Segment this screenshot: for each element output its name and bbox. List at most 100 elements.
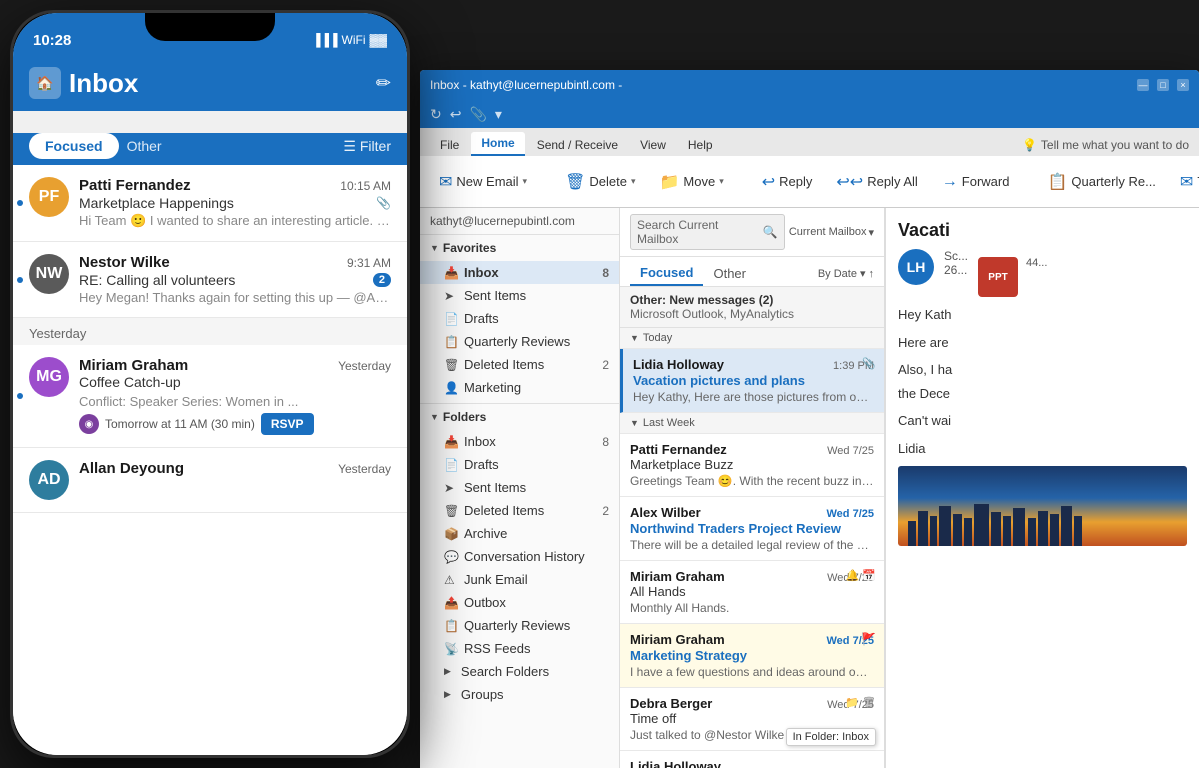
folder-quarterly[interactable]: 📋 Quarterly Reviews (420, 614, 619, 637)
search-box[interactable]: Search Current Mailbox 🔍 (630, 214, 785, 250)
to-manager-button[interactable]: ✉ To Manager (1171, 167, 1199, 197)
email-item-patti[interactable]: Patti Fernandez Wed 7/25 Marketplace Buz… (620, 434, 884, 497)
phone-header-left: 🏠 Inbox (29, 67, 138, 99)
email-subject: Northwind Traders Project Review (630, 521, 874, 536)
phone-email-list[interactable]: PF Patti Fernandez 10:15 AM Marketplace … (13, 165, 407, 755)
email-notification[interactable]: Other: New messages (2) Microsoft Outloo… (620, 287, 884, 328)
minimize-button[interactable]: — (1137, 79, 1149, 91)
folder-outbox[interactable]: 📤 Outbox (420, 591, 619, 614)
folder-drafts[interactable]: 📄 Drafts (420, 453, 619, 476)
new-email-caret: ▾ (523, 176, 528, 187)
tab-home[interactable]: Home (471, 132, 524, 156)
event-time: Tomorrow at 11 AM (30 min) (105, 417, 255, 431)
folder-inbox-icon: 📥 (444, 435, 458, 449)
email-sender: Miriam Graham (630, 569, 725, 584)
folder-deleted[interactable]: 🗑 Deleted Items 2 (420, 499, 619, 522)
sidebar-item-sent[interactable]: ➤ Sent Items (420, 284, 619, 307)
list-item[interactable]: NW Nestor Wilke 9:31 AM RE: Calling all … (13, 242, 407, 318)
folder-archive[interactable]: 📦 Archive (420, 522, 619, 545)
folder-junk[interactable]: ⚠ Junk Email (420, 568, 619, 591)
email-item-header: Miriam Graham Wed 7/25 (630, 632, 874, 647)
sidebar-item-quarterly[interactable]: 📋 Quarterly Reviews (420, 330, 619, 353)
tab-file[interactable]: File (430, 134, 469, 156)
new-email-button[interactable]: ✉ New Email ▾ (430, 167, 536, 197)
email-header-row: Miriam Graham Yesterday (79, 357, 391, 374)
quarterly-review-button[interactable]: 📋 Quarterly Re... (1038, 167, 1164, 197)
attachment-icon: 📎 (376, 196, 391, 210)
attachment-info: 44... (1026, 257, 1047, 297)
sidebar-item-inbox[interactable]: 📥 Inbox 8 (420, 261, 619, 284)
other-tab[interactable]: Other (703, 262, 756, 285)
forward-button[interactable]: → Forward (933, 168, 1019, 196)
tell-me-box[interactable]: 💡 Tell me what you want to do (1022, 138, 1189, 156)
event-icon: ◉ (79, 414, 99, 434)
email-item-miriam-marketing[interactable]: Miriam Graham Wed 7/25 Marketing Strateg… (620, 624, 884, 688)
sync-icon[interactable]: ↻ (430, 106, 442, 123)
email-item-miriam-allhands[interactable]: Miriam Graham Wed 7/25 All Hands Monthly… (620, 561, 884, 624)
phone-other-tab[interactable]: Other (127, 138, 162, 154)
avatar: PF (29, 177, 69, 217)
folder-inbox[interactable]: 📥 Inbox 8 (420, 430, 619, 453)
move-button[interactable]: 📁 Move ▾ (650, 167, 732, 197)
phone-filter-right[interactable]: ☰ Filter (343, 138, 391, 155)
sidebar-item-drafts[interactable]: 📄 Drafts (420, 307, 619, 330)
folder-conversation[interactable]: 💬 Conversation History (420, 545, 619, 568)
move-label: Move (683, 174, 715, 189)
close-button[interactable]: × (1177, 79, 1189, 91)
phone-focused-tab[interactable]: Focused (29, 133, 119, 159)
folder-conversation-label: Conversation History (464, 549, 585, 564)
phone-screen: 10:28 ▐▐▐ WiFi ▓▓ 🏠 Inbox ✏ F (13, 13, 407, 755)
toolbar-caret[interactable]: ▾ (495, 106, 502, 123)
reply-all-button[interactable]: ↩↩ Reply All (827, 167, 926, 197)
email-item-debra[interactable]: Debra Berger Wed 7/25 Time off Just talk… (620, 688, 884, 751)
home-icon: 🏠 (29, 67, 61, 99)
folder-sent[interactable]: ➤ Sent Items (420, 476, 619, 499)
outlook-titlebar: Inbox - kathyt@lucernepubintl.com - — □ … (420, 70, 1199, 100)
email-sender: Debra Berger (630, 696, 712, 711)
tell-me-text: Tell me what you want to do (1041, 138, 1189, 152)
email-item-lidia-bottom[interactable]: Lidia Holloway (620, 751, 884, 768)
outlook-reading-pane: Vacati LH Sc... 26... PPT 44... Hey Kath… (885, 208, 1199, 768)
city-skyline-svg (898, 496, 1098, 546)
titlebar-controls: — □ × (1137, 79, 1189, 91)
folder-search[interactable]: ▶ Search Folders (420, 660, 619, 683)
email-item-header: Miriam Graham Wed 7/25 (630, 569, 874, 584)
email-item-alex[interactable]: Alex Wilber Wed 7/25 Northwind Traders P… (620, 497, 884, 561)
sort-options[interactable]: By Date ▾ ↑ (818, 267, 874, 280)
list-item[interactable]: AD Allan Deyoung Yesterday (13, 448, 407, 513)
favorites-label: Favorites (443, 241, 496, 255)
folders-header[interactable]: ▼ Folders (420, 404, 619, 430)
compose-icon[interactable]: ✏ (376, 73, 391, 94)
tab-send-receive[interactable]: Send / Receive (527, 134, 628, 156)
favorites-header[interactable]: ▼ Favorites (420, 235, 619, 261)
list-item[interactable]: MG Miriam Graham Yesterday Coffee Catch-… (13, 345, 407, 448)
body-line-1: Here are (898, 333, 1187, 353)
today-arrow: ▼ (630, 333, 639, 343)
maximize-button[interactable]: □ (1157, 79, 1169, 91)
delete-label: Delete (589, 174, 627, 189)
folder-rss[interactable]: 📡 RSS Feeds (420, 637, 619, 660)
rsvp-button[interactable]: RSVP (261, 413, 314, 435)
notification-title: Other: New messages (2) (630, 293, 874, 307)
mailbox-dropdown[interactable]: Current Mailbox ▾ (789, 226, 874, 239)
email-item-header: Lidia Holloway 1:39 PM (633, 357, 874, 372)
email-time: 9:31 AM (347, 256, 391, 270)
inbox-icon: 📥 (444, 266, 458, 280)
delete-button[interactable]: 🗑 Delete ▾ (556, 167, 644, 197)
undo-icon[interactable]: ↩ (450, 106, 462, 123)
focused-tab[interactable]: Focused (630, 261, 703, 286)
email-item-lidia-today[interactable]: Lidia Holloway 1:39 PM Vacation pictures… (620, 349, 884, 413)
sidebar-item-deleted[interactable]: 🗑 Deleted Items 2 (420, 353, 619, 376)
email-sender: Miriam Graham (630, 632, 725, 647)
tab-help[interactable]: Help (678, 134, 723, 156)
list-item[interactable]: PF Patti Fernandez 10:15 AM Marketplace … (13, 165, 407, 242)
inbox-label: Inbox (464, 265, 499, 280)
groups-item[interactable]: ▶ Groups (420, 683, 619, 706)
drafts-label: Drafts (464, 311, 499, 326)
search-folders-arrow: ▶ (444, 666, 451, 677)
sidebar-item-marketing[interactable]: 👤 Marketing (420, 376, 619, 399)
email-preview: Greetings Team 😊. With the recent buzz i… (630, 474, 874, 488)
reply-button[interactable]: ↩ Reply (753, 167, 822, 197)
tab-view[interactable]: View (630, 134, 676, 156)
marketing-label: Marketing (464, 380, 521, 395)
